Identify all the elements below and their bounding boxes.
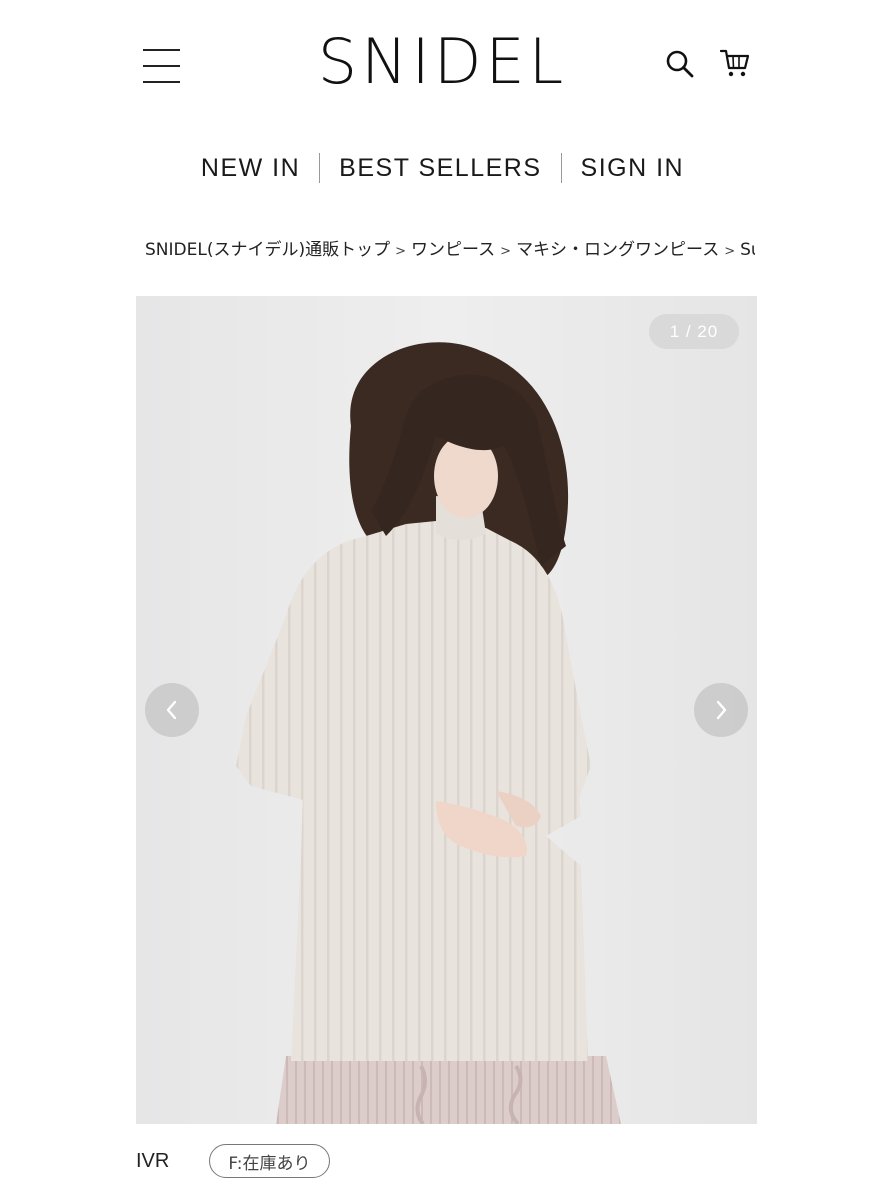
nav-sign-in[interactable]: SIGN IN (581, 154, 685, 183)
product-image-carousel[interactable]: 1 / 20 (136, 296, 757, 1124)
color-variant-row: IVR F:在庫あり (136, 1143, 330, 1179)
site-header: SNIDEL (0, 0, 885, 130)
nav-divider (560, 153, 562, 183)
nav-new-in[interactable]: NEW IN (201, 154, 300, 183)
breadcrumb-separator: > (395, 244, 406, 259)
chevron-left-icon (166, 700, 177, 720)
breadcrumb: SNIDEL(スナイデル)通販トップ > ワンピース > マキシ・ロングワンピース > Su… (145, 238, 755, 264)
search-icon (666, 50, 694, 78)
color-code-label: IVR (136, 1149, 170, 1172)
cart-button[interactable] (718, 46, 752, 80)
nav-divider (319, 153, 321, 183)
breadcrumb-home[interactable]: SNIDEL(スナイデル)通販トップ (145, 240, 390, 260)
previous-image-button[interactable] (145, 683, 199, 737)
image-counter: 1 / 20 (649, 314, 739, 349)
chevron-right-icon (716, 700, 727, 720)
cart-icon (719, 49, 750, 77)
top-nav: NEW IN BEST SELLERS SIGN IN (0, 150, 885, 186)
breadcrumb-maxi-long[interactable]: マキシ・ロングワンピース (516, 240, 719, 260)
site-logo[interactable]: SNIDEL (0, 24, 885, 100)
nav-best-sellers[interactable]: BEST SELLERS (339, 154, 541, 183)
breadcrumb-separator: > (724, 244, 736, 259)
breadcrumb-onepiece[interactable]: ワンピース (411, 240, 495, 260)
next-image-button[interactable] (694, 683, 748, 737)
breadcrumb-current: Susta (740, 240, 755, 260)
size-stock-button[interactable]: F:在庫あり (209, 1144, 330, 1178)
product-photo (136, 296, 757, 1124)
breadcrumb-separator: > (500, 244, 512, 259)
search-button[interactable] (664, 48, 696, 80)
